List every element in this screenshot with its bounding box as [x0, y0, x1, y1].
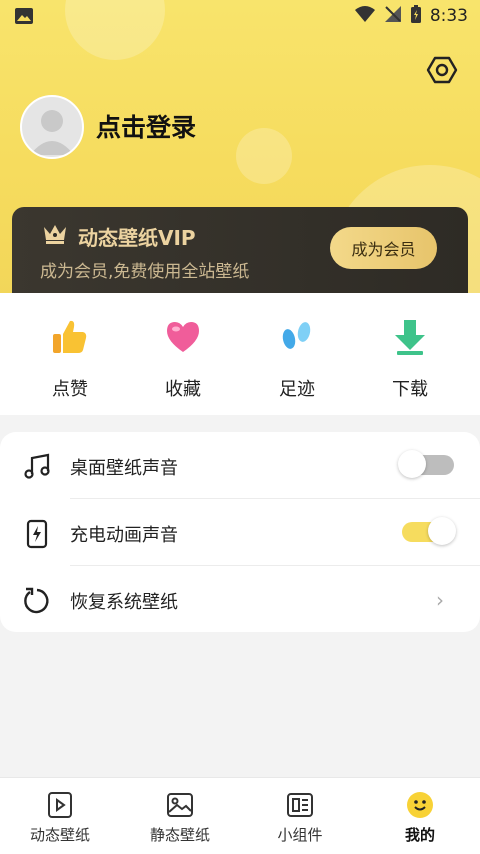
bottom-tab-bar: 动态壁纸 静态壁纸 小组件 我的 [0, 777, 480, 854]
charging-icon [22, 519, 52, 549]
thumbs-up-icon [46, 313, 94, 361]
avatar[interactable] [20, 95, 84, 159]
setting-label: 恢复系统壁纸 [70, 592, 178, 613]
setting-row-restore-wallpaper[interactable]: 恢复系统壁纸 › [0, 566, 480, 632]
setting-label: 桌面壁纸声音 [70, 458, 178, 479]
wifi-icon [354, 5, 376, 27]
image-icon [165, 790, 195, 820]
widget-icon [285, 790, 315, 820]
tab-label: 小组件 [277, 826, 323, 844]
quick-action-like[interactable]: 点赞 [30, 313, 110, 401]
settings-icon[interactable] [426, 54, 458, 86]
tab-label: 静态壁纸 [149, 826, 210, 844]
quick-action-history[interactable]: 足迹 [257, 313, 337, 401]
tab-static-wallpaper[interactable]: 静态壁纸 [120, 790, 240, 845]
battery-charging-icon [410, 4, 422, 28]
wallpaper-sound-toggle[interactable] [398, 449, 456, 479]
login-prompt[interactable]: 点击登录 [96, 108, 196, 144]
download-icon [386, 313, 434, 361]
become-member-button[interactable]: 成为会员 [330, 227, 437, 269]
footprints-icon [273, 313, 321, 361]
quick-action-favorites[interactable]: 收藏 [143, 313, 223, 401]
quick-action-label: 点赞 [52, 379, 88, 400]
tab-label: 动态壁纸 [29, 826, 90, 844]
setting-label: 充电动画声音 [70, 525, 178, 546]
heart-icon [159, 313, 207, 361]
quick-action-label: 收藏 [165, 379, 201, 400]
smiley-icon [405, 790, 435, 820]
tab-widgets[interactable]: 小组件 [240, 790, 360, 845]
setting-row-wallpaper-sound[interactable]: 桌面壁纸声音 [0, 432, 480, 498]
settings-list: 桌面壁纸声音 充电动画声音 恢复系统壁纸 › [0, 432, 480, 632]
decor-circle [236, 128, 292, 184]
vip-title: 动态壁纸VIP [78, 226, 196, 250]
crown-icon [42, 223, 68, 249]
status-time: 8:33 [429, 6, 468, 26]
tab-label: 我的 [404, 826, 435, 844]
charging-sound-toggle[interactable] [398, 516, 456, 546]
quick-action-label: 足迹 [279, 379, 315, 400]
vip-description: 成为会员,免费使用全站壁纸 [40, 262, 250, 282]
tab-live-wallpaper[interactable]: 动态壁纸 [0, 790, 120, 845]
quick-action-download[interactable]: 下载 [370, 313, 450, 401]
tab-mine[interactable]: 我的 [360, 790, 480, 845]
music-note-icon [22, 452, 52, 482]
video-play-icon [45, 790, 75, 820]
setting-row-charging-sound[interactable]: 充电动画声音 [0, 499, 480, 565]
status-bar: 8:33 [0, 0, 480, 32]
quick-action-label: 下载 [392, 379, 428, 400]
quick-actions-panel: 点赞 收藏 足迹 下载 [0, 293, 480, 415]
chevron-right-icon: › [436, 588, 444, 612]
gallery-notification-icon [14, 7, 34, 29]
restore-icon [22, 586, 52, 616]
no-signal-icon [384, 5, 402, 27]
